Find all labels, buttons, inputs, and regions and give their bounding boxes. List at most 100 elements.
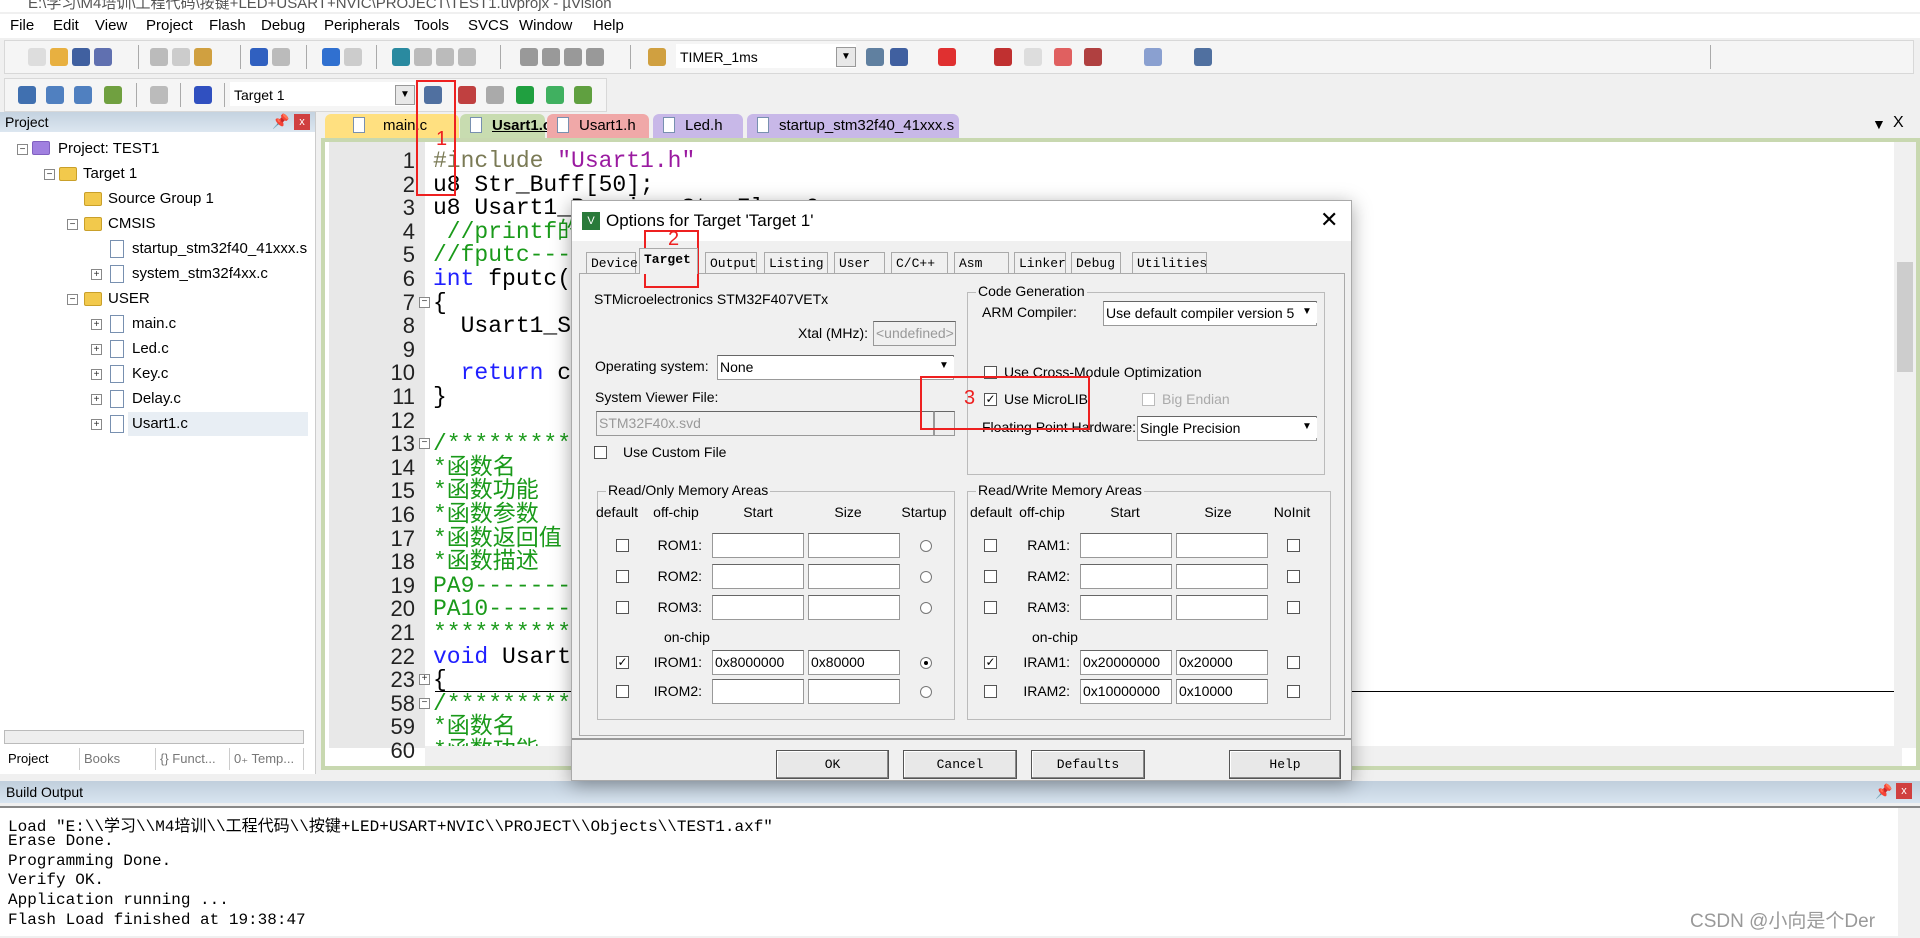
menu-tools[interactable]: Tools — [414, 17, 449, 34]
menu-debug[interactable]: Debug — [261, 17, 305, 34]
close-tab-icon[interactable]: X — [1893, 114, 1904, 132]
fpu-select[interactable]: Single Precision — [1137, 416, 1317, 441]
size-input[interactable]: 0x10000 — [1176, 679, 1268, 704]
redo-icon[interactable] — [272, 48, 290, 66]
expander-icon[interactable]: − — [67, 294, 78, 305]
back-icon[interactable] — [322, 48, 340, 66]
expander-icon[interactable]: + — [91, 344, 102, 355]
target-combo[interactable]: Target 1 — [230, 82, 415, 106]
manage-run-time-icon[interactable] — [546, 86, 564, 104]
fold-expand-icon[interactable]: + — [419, 674, 430, 686]
cancel-button[interactable]: Cancel — [903, 750, 1017, 779]
start-input[interactable]: 0x20000000 — [1080, 650, 1172, 675]
batch-build-icon[interactable] — [104, 86, 122, 104]
new-file-icon[interactable] — [28, 48, 46, 66]
size-input[interactable] — [1176, 595, 1268, 620]
cut-icon[interactable] — [150, 48, 168, 66]
tree-item[interactable]: CMSIS — [108, 213, 156, 235]
save-icon[interactable] — [72, 48, 90, 66]
start-input[interactable]: 0x10000000 — [1080, 679, 1172, 704]
pin-icon[interactable]: 📌 — [1875, 783, 1892, 800]
default-checkbox[interactable] — [616, 570, 629, 583]
pin-icon[interactable]: 📌 — [272, 113, 289, 130]
size-input[interactable]: 0x80000 — [808, 650, 900, 675]
panel-tab-1[interactable]: Books — [80, 748, 156, 770]
expander-icon[interactable]: + — [91, 419, 102, 430]
default-checkbox[interactable] — [984, 685, 997, 698]
open-icon[interactable] — [50, 48, 68, 66]
expander-icon[interactable]: + — [91, 369, 102, 380]
tree-item[interactable]: Target 1 — [83, 163, 137, 185]
comment-icon[interactable] — [564, 48, 582, 66]
start-input[interactable] — [712, 679, 804, 704]
tree-item[interactable]: Project: TEST1 — [58, 138, 159, 160]
start-input[interactable] — [712, 564, 804, 589]
size-input[interactable] — [808, 564, 900, 589]
noinit-checkbox[interactable] — [1287, 656, 1300, 669]
menu-window[interactable]: Window — [519, 17, 572, 34]
forward-icon[interactable] — [344, 48, 362, 66]
default-checkbox[interactable]: ✓ — [616, 656, 629, 669]
chevron-down-icon[interactable]: ▼ — [836, 47, 856, 67]
panel-tab-2[interactable]: {} Funct... — [156, 748, 230, 770]
tree-item[interactable]: Led.c — [132, 338, 169, 360]
tab-list-dropdown-icon[interactable]: ▼ — [1872, 116, 1886, 132]
default-checkbox[interactable] — [616, 539, 629, 552]
xtal-input[interactable]: <undefined> — [873, 321, 956, 346]
translate-icon[interactable] — [18, 86, 36, 104]
close-icon[interactable]: x — [294, 114, 310, 130]
tree-item[interactable]: system_stm32f4xx.c — [132, 263, 268, 285]
editor-tab[interactable]: Usart1.h — [547, 114, 649, 138]
default-checkbox[interactable] — [984, 539, 997, 552]
find-combo[interactable]: TIMER_1ms — [676, 44, 856, 68]
tab-output[interactable]: Output — [705, 252, 757, 274]
fold-collapse-icon[interactable]: − — [419, 438, 430, 450]
size-input[interactable] — [1176, 564, 1268, 589]
os-select[interactable]: None — [717, 355, 954, 380]
build-output-text[interactable]: CSDN @小向是个Der Load "E:\\学习\\M4培训\\工程代码\\… — [0, 806, 1920, 938]
find-icon[interactable] — [866, 48, 884, 66]
paste-icon[interactable] — [194, 48, 212, 66]
svf-input[interactable]: STM32F40x.svd — [596, 411, 934, 436]
tree-item[interactable]: Usart1.c — [132, 413, 188, 435]
rebuild-icon[interactable] — [74, 86, 92, 104]
copy-icon[interactable] — [172, 48, 190, 66]
clear-bookmarks-icon[interactable] — [458, 48, 476, 66]
start-input[interactable] — [1080, 595, 1172, 620]
prev-bookmark-icon[interactable] — [414, 48, 432, 66]
noinit-checkbox[interactable] — [1287, 685, 1300, 698]
startup-radio[interactable] — [920, 686, 932, 698]
compiler-select[interactable]: Use default compiler version 5 — [1103, 301, 1317, 326]
horizontal-scrollbar[interactable] — [4, 730, 304, 744]
big-endian-checkbox[interactable] — [1142, 393, 1155, 406]
fold-collapse-icon[interactable]: − — [419, 296, 430, 308]
tree-item[interactable]: startup_stm32f40_41xxx.s — [132, 238, 307, 260]
uncomment-icon[interactable] — [586, 48, 604, 66]
close-icon[interactable]: ✕ — [1320, 207, 1338, 233]
kill-breakpoints-icon[interactable] — [1084, 48, 1102, 66]
tree-item[interactable]: USER — [108, 288, 150, 310]
menu-help[interactable]: Help — [593, 17, 624, 34]
indent-icon[interactable] — [520, 48, 538, 66]
menu-edit[interactable]: Edit — [53, 17, 79, 34]
help-button[interactable]: Help — [1229, 750, 1341, 779]
tab-asm[interactable]: Asm — [954, 252, 1009, 274]
tree-item[interactable]: main.c — [132, 313, 176, 335]
vertical-scrollbar[interactable] — [1894, 142, 1916, 748]
pack-installer-icon[interactable] — [516, 86, 534, 104]
tree-item[interactable]: Key.c — [132, 363, 168, 385]
tree-item[interactable]: Source Group 1 — [108, 188, 214, 210]
tab-utilities[interactable]: Utilities — [1132, 252, 1207, 274]
panel-tab-0[interactable]: Project — [4, 748, 80, 770]
stop-build-icon[interactable] — [150, 86, 168, 104]
close-icon[interactable]: x — [1896, 783, 1912, 799]
menu-project[interactable]: Project — [146, 17, 193, 34]
chevron-down-icon[interactable]: ▼ — [1297, 418, 1317, 438]
startup-radio[interactable] — [920, 571, 932, 583]
menu-view[interactable]: View — [95, 17, 127, 34]
tab-listing[interactable]: Listing — [764, 252, 828, 274]
ok-button[interactable]: OK — [776, 750, 889, 779]
manage-components-icon[interactable] — [486, 86, 504, 104]
startup-radio[interactable] — [920, 657, 932, 669]
next-bookmark-icon[interactable] — [436, 48, 454, 66]
